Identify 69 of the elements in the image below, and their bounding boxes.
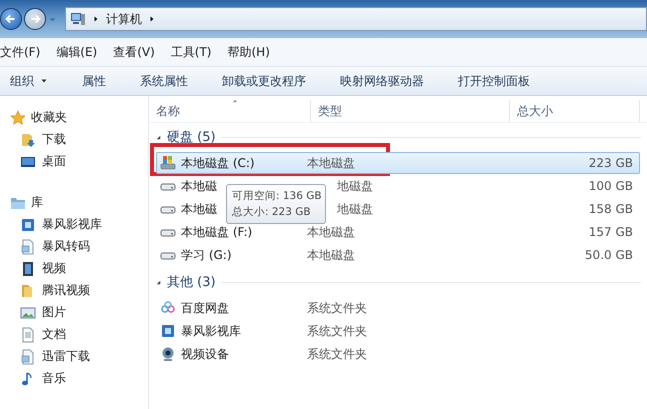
group-header[interactable]: 硬盘 (5): [167, 128, 216, 146]
nav-item[interactable]: 暴风转码: [0, 238, 148, 255]
file-name: 暴风影视库: [181, 322, 241, 340]
nav-item[interactable]: 暴风影视库: [0, 216, 148, 233]
chevron-right-icon: [148, 15, 156, 23]
file-type: 系统文件夹: [307, 346, 368, 362]
nav-item[interactable]: 文档: [0, 326, 148, 343]
forward-button[interactable]: [24, 8, 46, 30]
nav-item[interactable]: 桌面: [0, 153, 148, 170]
system-drive-icon: [160, 155, 176, 171]
computer-icon: [70, 11, 86, 27]
caret-down-icon: [40, 77, 48, 85]
nav-item[interactable]: 视频: [0, 260, 148, 277]
toolbar-button[interactable]: 打开控制面板: [450, 70, 538, 92]
toolbar-button[interactable]: 组织: [2, 70, 56, 92]
file-type: 系统文件夹: [307, 322, 368, 340]
chevron-right-icon: [92, 15, 100, 23]
file-name: 本地磁盘 (C:): [181, 154, 255, 172]
tooltip-text: 可用空间: 136 GB: [232, 189, 320, 204]
file-size: 223 GB: [588, 156, 634, 170]
group-header[interactable]: 其他 (3): [167, 273, 216, 291]
menu-item[interactable]: 帮助(H): [228, 44, 270, 60]
toolbar-button[interactable]: 系统属性: [132, 70, 196, 92]
text-file-icon: [20, 326, 36, 342]
column-header[interactable]: 类型: [311, 100, 510, 122]
sort-arrow-icon: [231, 98, 239, 104]
film-strip-icon: [20, 260, 36, 276]
star-icon: [10, 110, 26, 126]
toolbar-button[interactable]: 映射网络驱动器: [332, 70, 432, 92]
nav-item[interactable]: 图片: [0, 304, 148, 321]
file-name: 本地磁: [181, 200, 217, 218]
file-size: 157 GB: [588, 225, 634, 239]
tooltip-text: 总大小: 223 GB: [232, 205, 312, 220]
nav-item[interactable]: 迅雷下载: [0, 348, 148, 365]
menu-item[interactable]: 编辑(E): [56, 44, 98, 60]
file-name: 学习 (G:): [181, 246, 232, 264]
breadcrumb-item[interactable]: 计算机: [106, 10, 142, 28]
file-type: 地磁盘: [336, 178, 374, 194]
nav-item[interactable]: 腾讯视频: [0, 282, 148, 299]
webcam-icon: [160, 346, 176, 362]
nav-item[interactable]: 音乐: [0, 370, 148, 387]
toolbar-button[interactable]: 卸载或更改程序: [214, 70, 314, 92]
file-name: 本地磁: [181, 178, 217, 194]
nav-item[interactable]: 下载: [0, 131, 148, 148]
menu-item[interactable]: 查看(V): [113, 44, 155, 60]
nav-item[interactable]: 库: [0, 194, 148, 211]
folder-download-icon: [20, 132, 36, 148]
file-type: 本地磁盘: [307, 224, 356, 240]
file-name: 本地磁盘 (F:): [181, 224, 252, 240]
file-type: 系统文件夹: [307, 300, 368, 316]
nav-item[interactable]: 收藏夹: [0, 109, 148, 126]
file-row[interactable]: 本地磁盘 (C:) 本地磁盘 223 GB: [156, 152, 640, 174]
file-type: 本地磁盘: [307, 154, 356, 172]
file-type: 本地磁盘: [307, 246, 356, 264]
file-name: 视频设备: [181, 346, 229, 362]
file-size: 100 GB: [588, 179, 634, 193]
picture-icon: [20, 304, 36, 320]
file-type: 地磁盘: [336, 200, 374, 218]
file-size: 158 GB: [588, 202, 634, 216]
file-name: 百度网盘: [181, 300, 229, 316]
menu-item[interactable]: 工具(T): [170, 44, 212, 60]
file-size: 50.0 GB: [584, 248, 634, 262]
back-button[interactable]: [0, 8, 22, 30]
toolbar-button[interactable]: 属性: [74, 70, 114, 92]
document-icon: [20, 348, 36, 364]
document-icon: [20, 238, 36, 254]
column-header[interactable]: 总大小: [510, 100, 640, 122]
address-bar[interactable]: 计算机: [65, 7, 647, 31]
menu-item[interactable]: 文件(F): [0, 44, 40, 60]
